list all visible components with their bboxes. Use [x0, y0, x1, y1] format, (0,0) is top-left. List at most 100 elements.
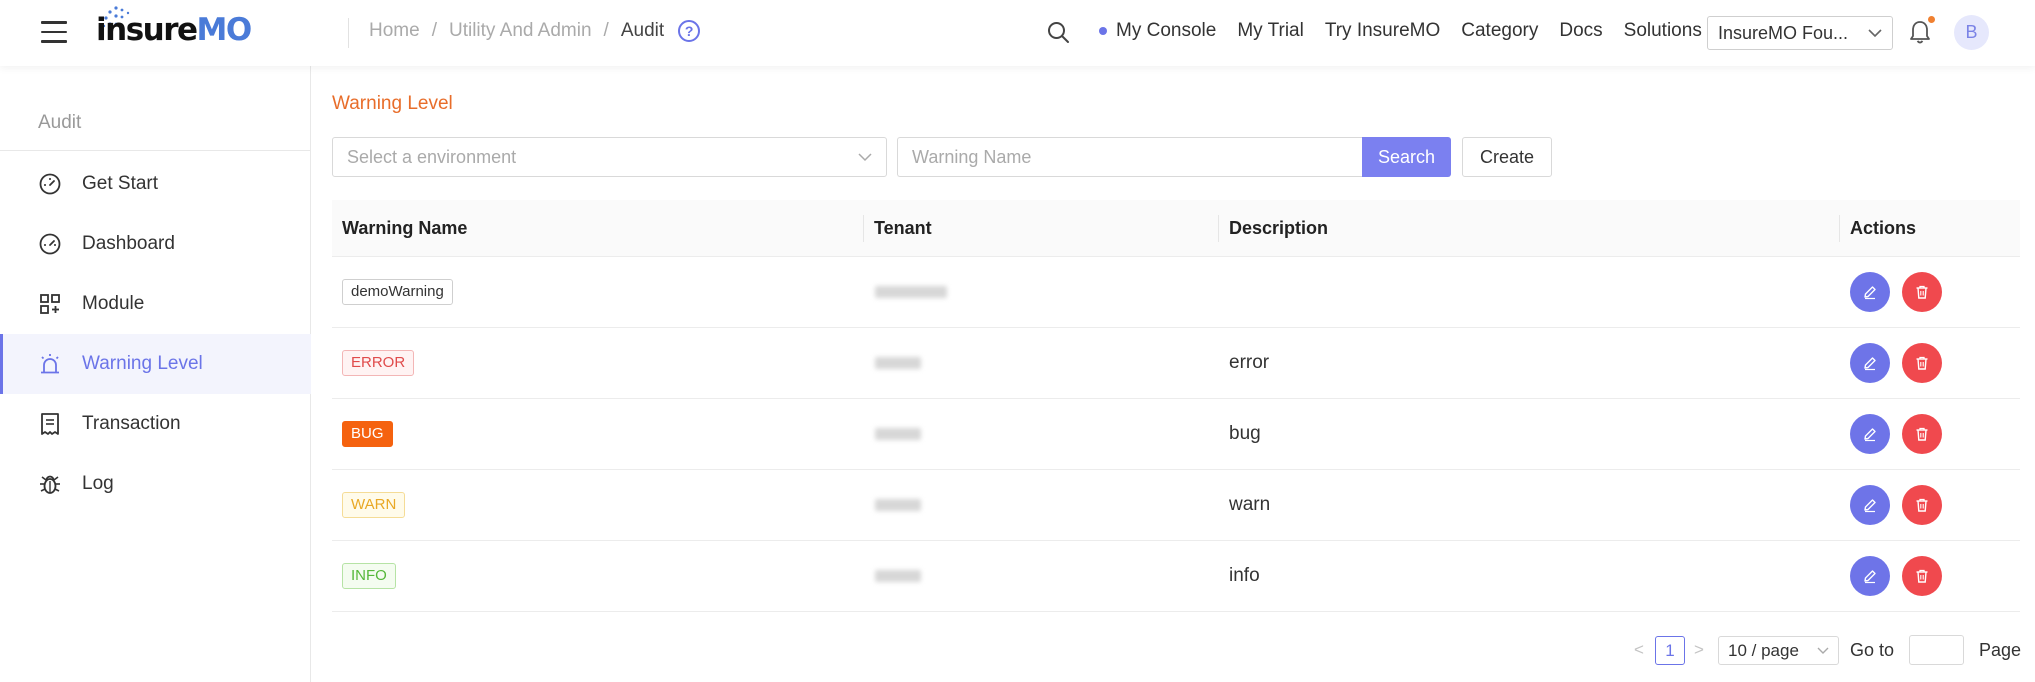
trash-icon: [1916, 427, 1928, 441]
breadcrumb: Home / Utility And Admin / Audit ?: [369, 20, 701, 42]
edit-button[interactable]: [1850, 556, 1890, 596]
table-row: INFO info: [332, 541, 2020, 612]
page-label: Page: [1979, 640, 2022, 660]
column-header-warning-name: Warning Name: [342, 218, 468, 238]
nav-my-console[interactable]: My Console: [1116, 20, 1216, 42]
tenant-value-redacted: [875, 499, 921, 511]
edit-button[interactable]: [1850, 414, 1890, 454]
sidebar-item-transaction[interactable]: Transaction: [0, 394, 311, 454]
trash-icon: [1916, 569, 1928, 583]
description-cell: error: [1229, 352, 1270, 373]
header-divider: [348, 18, 349, 48]
insuremo-logo[interactable]: insureMO: [96, 6, 253, 54]
sidebar-item-label: Transaction: [82, 413, 181, 434]
nav-try-insuremo[interactable]: Try InsureMO: [1325, 20, 1440, 42]
table-row: BUG bug: [332, 399, 2020, 470]
nav-category[interactable]: Category: [1461, 20, 1538, 42]
tenant-selector-value: InsureMO Fou...: [1718, 22, 1849, 43]
breadcrumb-separator: /: [603, 20, 609, 41]
tenant-value-redacted: [875, 570, 921, 582]
help-icon[interactable]: ?: [678, 20, 701, 42]
sidebar-item-get-start[interactable]: Get Start: [0, 154, 311, 214]
sidebar-item-label: Module: [82, 293, 145, 314]
column-separator: [1839, 215, 1840, 242]
tenant-value-redacted: [875, 286, 947, 298]
warning-name-tag: INFO: [342, 563, 396, 589]
avatar[interactable]: B: [1954, 15, 1989, 50]
grid-icon: [38, 292, 62, 316]
receipt-icon: [38, 412, 62, 436]
sidebar: Audit Get Start Dashboard Module Warning…: [0, 66, 311, 682]
sidebar-item-module[interactable]: Module: [0, 274, 311, 334]
trash-icon: [1916, 356, 1928, 370]
page-number-current[interactable]: 1: [1655, 636, 1685, 665]
column-separator: [1218, 215, 1219, 242]
edit-button[interactable]: [1850, 343, 1890, 383]
logo-text-mo: MO: [196, 12, 253, 48]
warning-name-tag: demoWarning: [342, 279, 453, 305]
table-row: WARN warn: [332, 470, 2020, 541]
delete-button[interactable]: [1902, 343, 1942, 383]
page-size-value: 10 / page: [1728, 640, 1799, 660]
logo-wordmark: insureMO: [96, 6, 253, 54]
edit-icon: [1864, 428, 1876, 442]
next-page-button[interactable]: >: [1694, 640, 1704, 660]
tenant-value-redacted: [875, 428, 921, 440]
column-header-actions: Actions: [1850, 218, 1917, 238]
sidebar-item-log[interactable]: Log: [0, 454, 311, 514]
nav-my-trial[interactable]: My Trial: [1237, 20, 1304, 42]
search-button[interactable]: Search: [1362, 137, 1451, 177]
sidebar-divider: [0, 150, 311, 151]
delete-button[interactable]: [1902, 485, 1942, 525]
search-icon[interactable]: [1046, 20, 1070, 44]
goto-page-input[interactable]: [1909, 635, 1964, 665]
description-cell: info: [1229, 565, 1260, 586]
column-header-tenant: Tenant: [874, 218, 932, 238]
breadcrumb-separator: /: [431, 20, 437, 41]
top-header: insureMO Home / Utility And Admin / Audi…: [0, 0, 2035, 66]
notification-dot: [1928, 16, 1935, 23]
delete-button[interactable]: [1902, 414, 1942, 454]
tenant-value-redacted: [875, 357, 921, 369]
create-button[interactable]: Create: [1462, 137, 1552, 177]
sidebar-item-label: Get Start: [82, 173, 159, 194]
environment-select-placeholder: Select a environment: [347, 146, 517, 167]
trash-icon: [1916, 285, 1928, 299]
nav-docs[interactable]: Docs: [1559, 20, 1602, 42]
description-cell: warn: [1229, 494, 1271, 515]
edit-icon: [1864, 286, 1876, 300]
description-cell: bug: [1229, 423, 1261, 444]
sidebar-item-label: Warning Level: [82, 353, 203, 374]
tenant-selector[interactable]: InsureMO Fou...: [1707, 16, 1893, 50]
delete-button[interactable]: [1902, 272, 1942, 312]
bug-icon: [38, 472, 62, 496]
gauge-icon: [38, 172, 62, 196]
column-header-description: Description: [1229, 218, 1329, 238]
breadcrumb-home[interactable]: Home: [369, 20, 420, 42]
sidebar-item-label: Log: [82, 473, 114, 494]
table-row: ERROR error: [332, 328, 2020, 399]
chevron-down-icon: [1868, 28, 1882, 37]
sidebar-item-dashboard[interactable]: Dashboard: [0, 214, 311, 274]
edit-button[interactable]: [1850, 485, 1890, 525]
chevron-down-icon: [1817, 647, 1829, 654]
nav-solutions[interactable]: Solutions: [1624, 20, 1702, 42]
page-size-select[interactable]: 10 / page: [1718, 636, 1839, 665]
warning-name-tag: WARN: [342, 492, 406, 518]
breadcrumb-utility-admin[interactable]: Utility And Admin: [449, 20, 592, 42]
sidebar-title: Audit: [38, 112, 82, 133]
delete-button[interactable]: [1902, 556, 1942, 596]
top-nav: My Console My Trial Try InsureMO Categor…: [1099, 20, 1723, 42]
sidebar-item-warning-level[interactable]: Warning Level: [0, 334, 311, 394]
table-header: Warning Name Tenant Description Actions: [332, 200, 2020, 257]
warning-level-table: Warning Name Tenant Description Actions …: [332, 200, 2020, 612]
environment-select[interactable]: Select a environment: [332, 137, 887, 177]
page-title: Warning Level: [332, 93, 453, 114]
edit-button[interactable]: [1850, 272, 1890, 312]
breadcrumb-audit: Audit: [620, 20, 665, 41]
menu-icon[interactable]: [41, 21, 67, 43]
warning-name-input[interactable]: Warning Name: [897, 137, 1363, 177]
prev-page-button[interactable]: <: [1634, 640, 1644, 660]
warning-name-placeholder: Warning Name: [912, 146, 1032, 167]
bell-icon[interactable]: [1908, 19, 1932, 45]
